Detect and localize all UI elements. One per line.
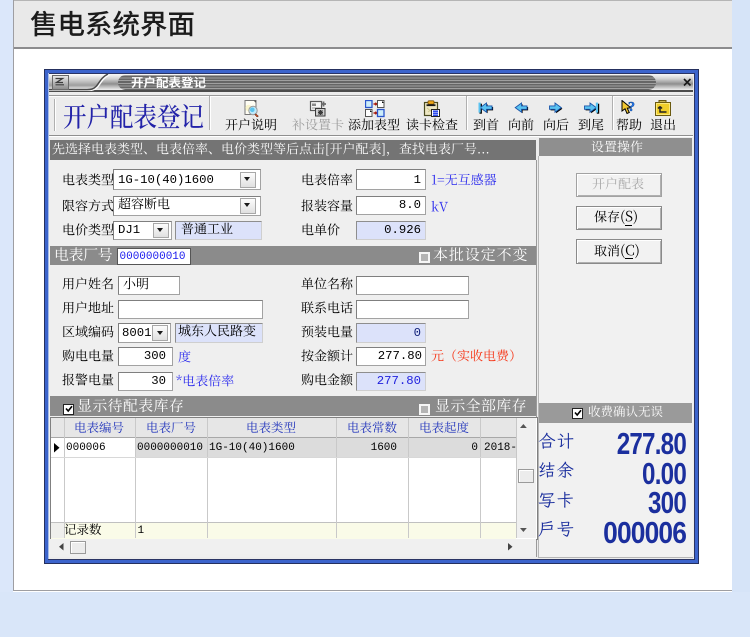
- svg-text:?: ?: [628, 100, 635, 115]
